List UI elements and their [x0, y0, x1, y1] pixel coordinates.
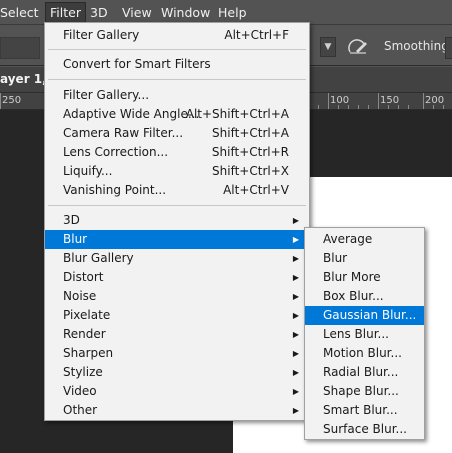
document-tab-label: ayer 1,	[0, 72, 47, 86]
submenu-item-average[interactable]: Average	[305, 230, 424, 249]
brush-angle-icon[interactable]	[347, 37, 369, 57]
submenu-item-blur[interactable]: Blur	[305, 249, 424, 268]
menu-separator	[48, 79, 306, 80]
menu-view[interactable]: View	[122, 4, 152, 22]
filter-menu: Filter Gallery Alt+Ctrl+F Convert for Sm…	[44, 22, 310, 421]
menu-item-3d[interactable]: 3D ▶	[45, 211, 309, 230]
smoothing-label: Smoothing:	[384, 39, 452, 53]
menu-help[interactable]: Help	[218, 4, 247, 22]
chevron-right-icon: ▶	[292, 292, 299, 301]
menu-item-blur-gallery[interactable]: Blur Gallery ▶	[45, 249, 309, 268]
menu-item-adaptive-wide-angle[interactable]: Adaptive Wide Angle... Alt+Shift+Ctrl+A	[45, 105, 309, 124]
ruler-label: 150	[380, 95, 400, 106]
chevron-right-icon: ▶	[292, 368, 299, 377]
submenu-item-box-blur[interactable]: Box Blur...	[305, 287, 424, 306]
smoothing-field[interactable]	[445, 37, 452, 59]
ruler-label: 100	[330, 95, 350, 106]
submenu-item-shape-blur[interactable]: Shape Blur...	[305, 382, 424, 401]
menu-item-pixelate[interactable]: Pixelate ▶	[45, 306, 309, 325]
menu-item-noise[interactable]: Noise ▶	[45, 287, 309, 306]
menu-item-camera-raw-filter[interactable]: Camera Raw Filter... Shift+Ctrl+A	[45, 124, 309, 143]
submenu-item-smart-blur[interactable]: Smart Blur...	[305, 401, 424, 420]
chevron-right-icon: ▶	[292, 216, 299, 225]
blur-submenu: Average Blur Blur More Box Blur... Gauss…	[304, 227, 425, 440]
submenu-item-surface-blur[interactable]: Surface Blur...	[305, 420, 424, 439]
ruler-label: 250	[2, 95, 22, 106]
menu-item-render[interactable]: Render ▶	[45, 325, 309, 344]
menu-select[interactable]: Select	[0, 4, 39, 22]
chevron-down-icon[interactable]: ▼	[320, 37, 336, 57]
menu-window[interactable]: Window	[161, 4, 210, 22]
chevron-right-icon: ▶	[292, 330, 299, 339]
options-field[interactable]	[0, 37, 40, 59]
submenu-item-gaussian-blur[interactable]: Gaussian Blur...	[305, 306, 424, 325]
menu-item-vanishing-point[interactable]: Vanishing Point... Alt+Ctrl+V	[45, 181, 309, 200]
menu-separator	[48, 49, 306, 50]
submenu-item-blur-more[interactable]: Blur More	[305, 268, 424, 287]
menu-item-convert-smart-filters[interactable]: Convert for Smart Filters	[45, 55, 309, 74]
chevron-right-icon: ▶	[292, 273, 299, 282]
chevron-right-icon: ▶	[292, 406, 299, 415]
menu-item-filter-gallery-last[interactable]: Filter Gallery Alt+Ctrl+F	[45, 26, 309, 45]
chevron-right-icon: ▶	[292, 349, 299, 358]
menu-separator	[48, 205, 306, 206]
chevron-right-icon: ▶	[292, 254, 299, 263]
submenu-item-motion-blur[interactable]: Motion Blur...	[305, 344, 424, 363]
menu-item-other[interactable]: Other ▶	[45, 401, 309, 420]
menu-item-sharpen[interactable]: Sharpen ▶	[45, 344, 309, 363]
menu-item-distort[interactable]: Distort ▶	[45, 268, 309, 287]
menu-item-filter-gallery[interactable]: Filter Gallery...	[45, 86, 309, 105]
submenu-item-radial-blur[interactable]: Radial Blur...	[305, 363, 424, 382]
chevron-right-icon: ▶	[292, 235, 299, 244]
menu-item-lens-correction[interactable]: Lens Correction... Shift+Ctrl+R	[45, 143, 309, 162]
menu-item-blur[interactable]: Blur ▶	[45, 230, 309, 249]
menu-3d[interactable]: 3D	[90, 4, 108, 22]
submenu-item-lens-blur[interactable]: Lens Blur...	[305, 325, 424, 344]
chevron-right-icon: ▶	[292, 311, 299, 320]
menu-bar: Select Filter 3D View Window Help	[0, 0, 452, 25]
menu-item-video[interactable]: Video ▶	[45, 382, 309, 401]
ruler-label: 200	[425, 95, 445, 106]
menu-item-stylize[interactable]: Stylize ▶	[45, 363, 309, 382]
chevron-right-icon: ▶	[292, 387, 299, 396]
menu-item-liquify[interactable]: Liquify... Shift+Ctrl+X	[45, 162, 309, 181]
